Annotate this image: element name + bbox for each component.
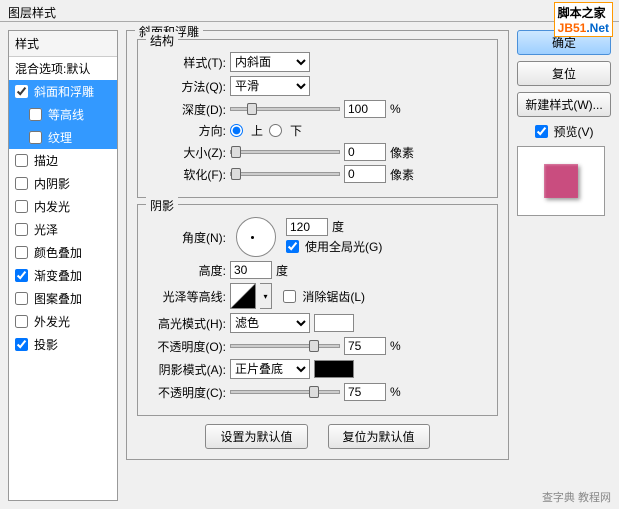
sidebar-label-1: 等高线 — [48, 106, 84, 123]
sidebar-checkbox-2[interactable] — [29, 131, 42, 144]
sidebar-label-5: 内发光 — [34, 198, 70, 215]
sidebar-item-8[interactable]: 渐变叠加 — [9, 264, 117, 287]
preview-checkbox[interactable] — [535, 125, 548, 138]
sidebar-item-9[interactable]: 图案叠加 — [9, 287, 117, 310]
sidebar-label-11: 投影 — [34, 336, 58, 353]
shading-group: 阴影 角度(N): 度 使用全局光(G) — [137, 204, 498, 416]
cancel-button[interactable]: 复位 — [517, 61, 611, 86]
method-label: 方法(Q): — [148, 78, 226, 95]
global-light-checkbox[interactable] — [286, 240, 299, 253]
gloss-contour-swatch[interactable] — [230, 283, 256, 309]
highlight-mode-label: 高光模式(H): — [148, 315, 226, 332]
depth-label: 深度(D): — [148, 101, 226, 118]
sidebar-label-4: 内阴影 — [34, 175, 70, 192]
sidebar-label-6: 光泽 — [34, 221, 58, 238]
sidebar-checkbox-7[interactable] — [15, 246, 28, 259]
sidebar-checkbox-9[interactable] — [15, 292, 28, 305]
shadow-color-swatch[interactable] — [314, 360, 354, 378]
footer-watermark: 查字典 教程网 — [542, 489, 611, 505]
altitude-input[interactable] — [230, 261, 272, 279]
depth-input[interactable] — [344, 100, 386, 118]
sidebar-label-2: 纹理 — [48, 129, 72, 146]
soften-slider[interactable] — [230, 172, 340, 176]
sidebar-item-10[interactable]: 外发光 — [9, 310, 117, 333]
method-select[interactable]: 平滑 — [230, 76, 310, 96]
sidebar-checkbox-6[interactable] — [15, 223, 28, 236]
shading-legend: 阴影 — [146, 197, 178, 214]
altitude-label: 高度: — [148, 262, 226, 279]
structure-group: 结构 样式(T): 内斜面 方法(Q): 平滑 深度(D): % 方向: — [137, 39, 498, 198]
depth-slider[interactable] — [230, 107, 340, 111]
make-default-button[interactable]: 设置为默认值 — [205, 424, 307, 449]
angle-label: 角度(N): — [148, 229, 226, 246]
highlight-opacity-slider[interactable] — [230, 344, 340, 348]
sidebar-item-6[interactable]: 光泽 — [9, 218, 117, 241]
highlight-color-swatch[interactable] — [314, 314, 354, 332]
titlebar: 图层样式 — [0, 0, 619, 22]
new-style-button[interactable]: 新建样式(W)... — [517, 92, 611, 117]
preview-swatch — [544, 164, 578, 198]
highlight-mode-select[interactable]: 滤色 — [230, 313, 310, 333]
styles-sidebar: 样式 混合选项:默认 斜面和浮雕等高线纹理描边内阴影内发光光泽颜色叠加渐变叠加图… — [8, 30, 118, 501]
sidebar-checkbox-4[interactable] — [15, 177, 28, 190]
style-label: 样式(T): — [148, 54, 226, 71]
size-input[interactable] — [344, 143, 386, 161]
sidebar-item-3[interactable]: 描边 — [9, 149, 117, 172]
sidebar-label-3: 描边 — [34, 152, 58, 169]
reset-default-button[interactable]: 复位为默认值 — [328, 424, 430, 449]
sidebar-item-1[interactable]: 等高线 — [9, 103, 117, 126]
direction-up-radio[interactable] — [230, 124, 243, 137]
sidebar-item-0[interactable]: 斜面和浮雕 — [9, 80, 117, 103]
sidebar-item-7[interactable]: 颜色叠加 — [9, 241, 117, 264]
sidebar-checkbox-8[interactable] — [15, 269, 28, 282]
style-select[interactable]: 内斜面 — [230, 52, 310, 72]
sidebar-label-9: 图案叠加 — [34, 290, 82, 307]
sidebar-checkbox-0[interactable] — [15, 85, 28, 98]
direction-down-radio[interactable] — [269, 124, 282, 137]
sidebar-checkbox-3[interactable] — [15, 154, 28, 167]
shadow-opacity-input[interactable] — [344, 383, 386, 401]
sidebar-item-5[interactable]: 内发光 — [9, 195, 117, 218]
highlight-opacity-input[interactable] — [344, 337, 386, 355]
direction-label: 方向: — [148, 122, 226, 139]
sidebar-item-11[interactable]: 投影 — [9, 333, 117, 356]
bevel-panel: 斜面和浮雕 结构 样式(T): 内斜面 方法(Q): 平滑 深度(D): % — [126, 30, 509, 460]
sidebar-checkbox-10[interactable] — [15, 315, 28, 328]
size-label: 大小(Z): — [148, 144, 226, 161]
sidebar-checkbox-11[interactable] — [15, 338, 28, 351]
sidebar-item-2[interactable]: 纹理 — [9, 126, 117, 149]
shadow-opacity-slider[interactable] — [230, 390, 340, 394]
sidebar-header: 样式 — [9, 31, 117, 57]
sidebar-label-7: 颜色叠加 — [34, 244, 82, 261]
sidebar-label-8: 渐变叠加 — [34, 267, 82, 284]
highlight-opacity-label: 不透明度(O): — [148, 338, 226, 355]
angle-input[interactable] — [286, 218, 328, 236]
sidebar-label-0: 斜面和浮雕 — [34, 83, 94, 100]
gloss-dropdown-icon[interactable]: ▾ — [260, 283, 272, 309]
soften-input[interactable] — [344, 165, 386, 183]
shadow-mode-label: 阴影模式(A): — [148, 361, 226, 378]
sidebar-checkbox-1[interactable] — [29, 108, 42, 121]
shadow-mode-select[interactable]: 正片叠底 — [230, 359, 310, 379]
window-title: 图层样式 — [8, 6, 56, 20]
angle-wheel[interactable] — [236, 217, 276, 257]
size-slider[interactable] — [230, 150, 340, 154]
watermark-badge: 脚本之家 JB51.Net — [554, 2, 613, 37]
antialias-checkbox[interactable] — [283, 290, 296, 303]
shadow-opacity-label: 不透明度(C): — [148, 384, 226, 401]
structure-legend: 结构 — [146, 32, 178, 49]
gloss-label: 光泽等高线: — [148, 288, 226, 305]
sidebar-checkbox-5[interactable] — [15, 200, 28, 213]
preview-box — [517, 146, 605, 216]
sidebar-blending-options[interactable]: 混合选项:默认 — [9, 57, 117, 80]
sidebar-item-4[interactable]: 内阴影 — [9, 172, 117, 195]
soften-label: 软化(F): — [148, 166, 226, 183]
sidebar-label-10: 外发光 — [34, 313, 70, 330]
